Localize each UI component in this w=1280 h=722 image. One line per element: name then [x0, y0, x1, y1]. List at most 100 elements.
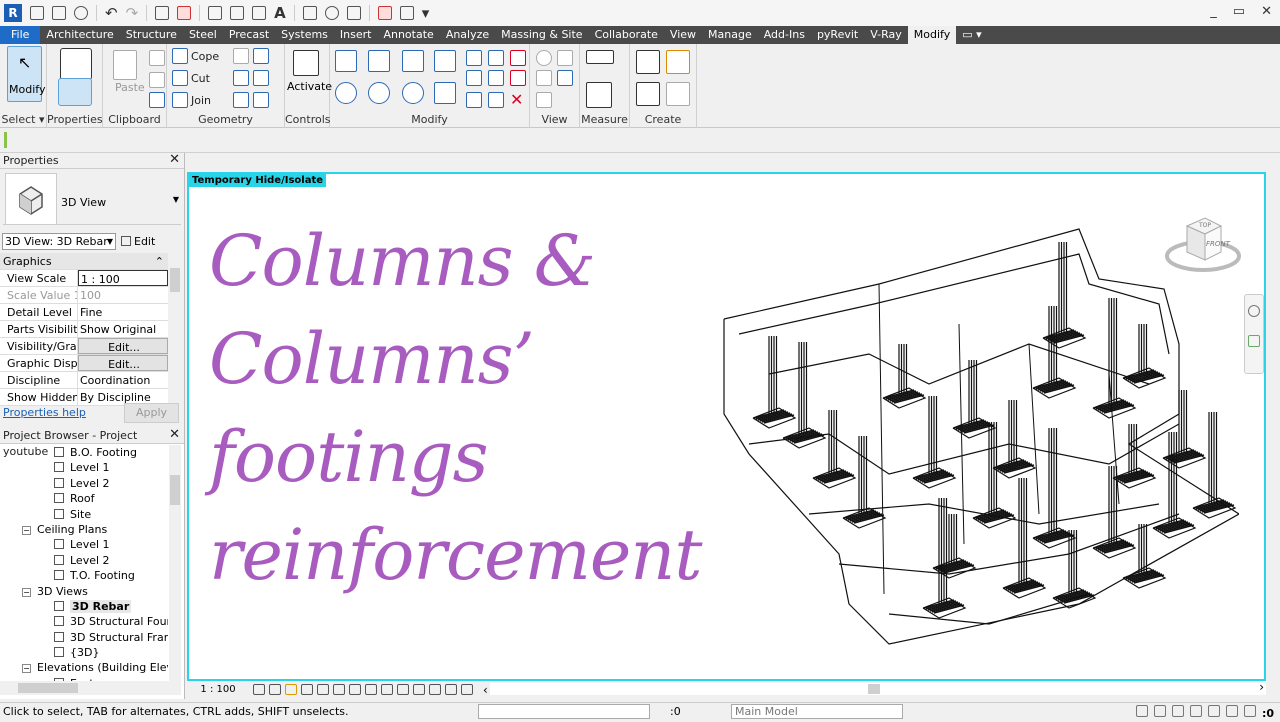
- close-hidden-icon[interactable]: [377, 6, 392, 20]
- dimension-icon[interactable]: [230, 6, 245, 20]
- browser-view-item[interactable]: 3D Structural Framing: [0, 630, 168, 645]
- cope-icon[interactable]: [172, 48, 188, 64]
- join-label[interactable]: Join: [191, 94, 211, 107]
- unlock-view-icon[interactable]: [365, 684, 377, 695]
- tab-manage[interactable]: Manage: [702, 26, 758, 44]
- browser-view-item[interactable]: Roof: [0, 491, 168, 506]
- tab-systems[interactable]: Systems: [275, 26, 334, 44]
- analytical-model-icon[interactable]: [429, 684, 441, 695]
- browser-view-item[interactable]: Level 1: [0, 460, 168, 475]
- browser-view-item[interactable]: 3D Structural Foundat: [0, 614, 168, 629]
- demolish-icon[interactable]: [253, 70, 269, 86]
- paste-icon[interactable]: [113, 50, 137, 80]
- join-icon[interactable]: [172, 92, 188, 108]
- tab-pyrevit[interactable]: pyRevit: [811, 26, 864, 44]
- show-crop-icon[interactable]: [349, 684, 361, 695]
- tab-steel[interactable]: Steel: [183, 26, 223, 44]
- drawing-viewport[interactable]: Temporary Hide/Isolate Columns & Columns…: [187, 172, 1266, 681]
- collapse-toggle-icon[interactable]: −: [22, 525, 31, 535]
- render-icon[interactable]: [317, 684, 329, 695]
- workset-selector[interactable]: [478, 704, 650, 719]
- sync-icon[interactable]: [74, 6, 88, 20]
- delete-icon[interactable]: ✕: [510, 90, 523, 109]
- measure-icon[interactable]: [208, 6, 223, 20]
- redo-icon[interactable]: ↷: [126, 6, 139, 21]
- array-icon[interactable]: [466, 70, 482, 86]
- revit-logo-icon[interactable]: R: [4, 4, 22, 22]
- split-face-icon[interactable]: [233, 48, 249, 64]
- tab-massing-site[interactable]: Massing & Site: [495, 26, 588, 44]
- trim-single-icon[interactable]: [466, 92, 482, 108]
- browser-view-item[interactable]: Level 2: [0, 553, 168, 568]
- beam-join-icon[interactable]: [233, 92, 249, 108]
- section-icon[interactable]: [324, 6, 339, 20]
- tab-structure[interactable]: Structure: [120, 26, 183, 44]
- view-scale[interactable]: 1 : 100: [187, 684, 249, 695]
- tab-precast[interactable]: Precast: [223, 26, 275, 44]
- tab-architecture[interactable]: Architecture: [40, 26, 119, 44]
- text-icon[interactable]: A: [274, 6, 286, 21]
- view-instance-selector[interactable]: 3D View: 3D Rebar ▼: [2, 233, 116, 250]
- create-similar-icon[interactable]: [666, 82, 690, 106]
- chevron-right-icon[interactable]: ›: [1259, 680, 1264, 694]
- scale-icon[interactable]: [488, 70, 504, 86]
- linework-icon[interactable]: [536, 70, 552, 86]
- browser-scrollbar[interactable]: [169, 445, 181, 681]
- thin-lines-icon[interactable]: [346, 6, 361, 20]
- hammer-icon[interactable]: [253, 92, 269, 108]
- copy-icon[interactable]: [149, 72, 165, 88]
- measure-between-icon[interactable]: [586, 50, 614, 64]
- browser-view-item[interactable]: T.O. Footing: [0, 568, 168, 583]
- eraser-icon[interactable]: [536, 92, 552, 108]
- contextual-tab-dropdown-icon[interactable]: ▭ ▾: [956, 26, 987, 44]
- properties-scrollbar[interactable]: [169, 253, 181, 401]
- crop-view-icon[interactable]: [333, 684, 345, 695]
- filter-icon[interactable]: [1243, 705, 1256, 717]
- structural-model-wireframe[interactable]: [709, 214, 1239, 654]
- customize-qat-icon[interactable]: ▾: [422, 6, 430, 21]
- property-value[interactable]: Fine: [78, 304, 168, 320]
- pin-icon[interactable]: [510, 50, 526, 66]
- cope-label[interactable]: Cope: [191, 50, 219, 63]
- group-header[interactable]: Graphics ⌃: [0, 253, 168, 270]
- create-parts-icon[interactable]: [666, 50, 690, 74]
- modify-button[interactable]: ↖ Modify: [7, 46, 45, 102]
- temporary-hide-icon[interactable]: [381, 684, 393, 695]
- scroll-thumb[interactable]: [170, 268, 180, 292]
- browser-hscrollbar[interactable]: [0, 681, 181, 695]
- tab-annotate[interactable]: Annotate: [377, 26, 439, 44]
- mirror-draw-icon[interactable]: [434, 50, 456, 72]
- reveal-hidden-icon[interactable]: [397, 684, 409, 695]
- split-icon[interactable]: [466, 50, 482, 66]
- type-selector[interactable]: 3D View ▼: [3, 173, 181, 225]
- tab-analyze[interactable]: Analyze: [440, 26, 495, 44]
- tab-view[interactable]: View: [664, 26, 702, 44]
- background-processes-icon[interactable]: [1225, 705, 1238, 717]
- activate-icon[interactable]: [293, 50, 319, 76]
- chevron-down-icon[interactable]: ▼: [173, 195, 179, 204]
- browser-view-item[interactable]: Level 2: [0, 476, 168, 491]
- tag-icon[interactable]: [252, 6, 267, 20]
- select-links-icon[interactable]: [1135, 705, 1148, 717]
- move-icon[interactable]: [335, 82, 357, 104]
- aligned-dimension-icon[interactable]: [586, 82, 612, 108]
- activate-label[interactable]: Activate: [287, 80, 332, 93]
- trim-extend-icon[interactable]: [434, 82, 456, 104]
- offset-icon[interactable]: [368, 50, 390, 72]
- align-icon[interactable]: [335, 50, 357, 72]
- collapse-icon[interactable]: ⌃: [155, 253, 164, 270]
- collapse-toggle-icon[interactable]: −: [22, 664, 31, 674]
- type-properties-icon[interactable]: [60, 48, 92, 80]
- 3d-view-icon[interactable]: [302, 6, 317, 20]
- sun-path-icon[interactable]: [285, 684, 297, 695]
- visual-style-icon[interactable]: [269, 684, 281, 695]
- chevron-left-icon[interactable]: ‹: [483, 683, 488, 697]
- browser-group[interactable]: − Ceiling Plans: [0, 522, 168, 537]
- scroll-thumb[interactable]: [170, 475, 180, 505]
- viewport-hscrollbar[interactable]: ›: [490, 680, 1266, 695]
- drag-elements-icon[interactable]: [1207, 705, 1220, 717]
- browser-view-item[interactable]: B.O. Footing: [0, 445, 168, 460]
- collapse-toggle-icon[interactable]: −: [22, 587, 31, 597]
- cut-clip-icon[interactable]: [149, 50, 165, 66]
- close-icon[interactable]: ✕: [169, 152, 180, 168]
